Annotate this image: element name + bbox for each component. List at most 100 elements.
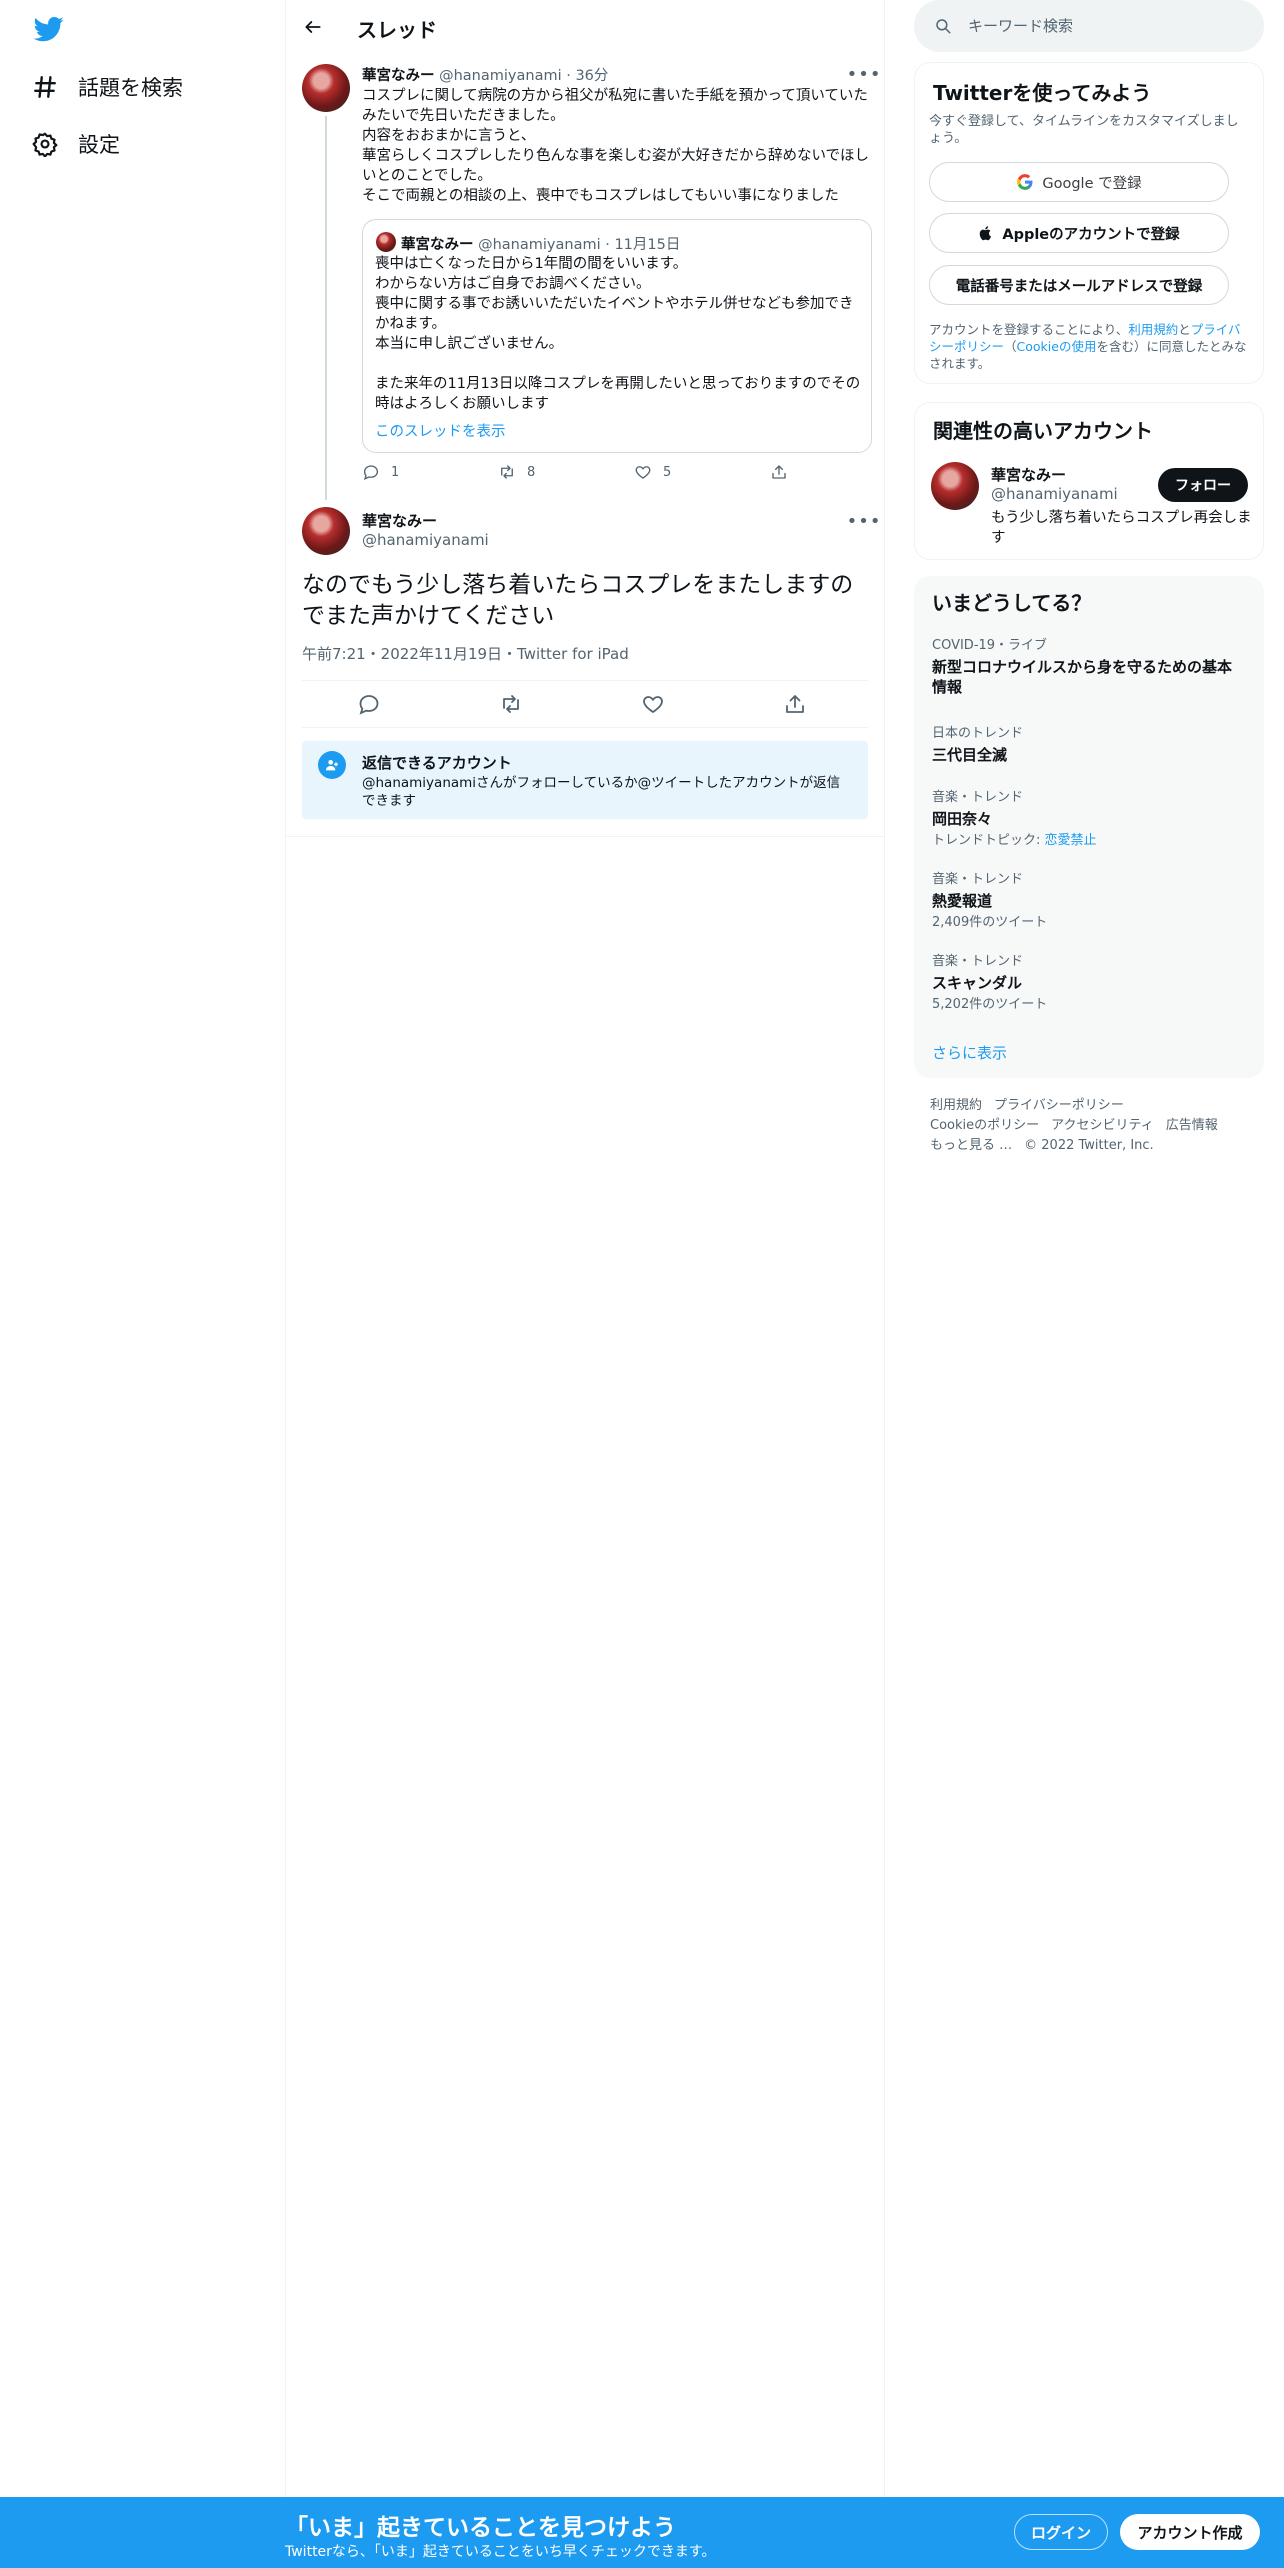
phone-email-signup-button[interactable]: 電話番号またはメールアドレスで登録 (929, 265, 1229, 305)
signup-banner: 「いま」起きていることを見つけよう Twitterなら、「いま」起きていることを… (0, 2497, 1284, 2568)
nav-explore[interactable]: 話題を検索 (32, 67, 183, 107)
quote-avatar (376, 232, 396, 252)
signup-card: Twitterを使ってみよう 今すぐ登録して、タイムラインをカスタマイズしましょ… (914, 62, 1264, 384)
gear-icon (32, 132, 58, 157)
related-title: 関連性の高いアカウント (933, 419, 1153, 443)
trend-item[interactable]: 日本のトレンド 三代目全滅 (932, 726, 1232, 765)
trend-item[interactable]: 音楽・トレンド 熱愛報道 2,409件のツイート (932, 872, 1232, 931)
footer-link-more[interactable]: もっと見る … (930, 1138, 1012, 1153)
show-thread-link[interactable]: このスレッドを表示 (375, 420, 506, 441)
terms-link[interactable]: 利用規約 (1128, 322, 1178, 337)
footer-link-privacy[interactable]: プライバシーポリシー (994, 1098, 1124, 1113)
main-column: スレッド 華宮なみー @hanamiyanami · 36分 ••• コスプレに… (286, 0, 885, 2497)
related-account-handle[interactable]: @hanamiyanami (991, 485, 1118, 503)
retweet-button[interactable]: 8 (498, 463, 535, 481)
heart-icon (635, 466, 651, 479)
follow-button[interactable]: フォロー (1158, 468, 1248, 502)
footer-link-cookies[interactable]: Cookieのポリシー (930, 1118, 1039, 1133)
quote-header: 華宮なみー @hanamiyanami · 11月15日 (401, 233, 680, 254)
reply-notice-desc: @hanamiyanamiさんがフォローしているか@ツイートしたアカウントが返信… (362, 775, 841, 809)
google-signup-button[interactable]: Google で登録 (929, 162, 1229, 202)
cookie-link[interactable]: Cookieの使用 (1017, 339, 1097, 354)
tweet-time[interactable]: 36分 (575, 68, 608, 84)
more-options-icon[interactable]: ••• (847, 511, 881, 532)
reply-count: 1 (391, 464, 400, 480)
trend-title: 熱愛報道 (932, 892, 993, 910)
back-button[interactable] (296, 10, 330, 44)
avatar[interactable] (931, 462, 979, 510)
share-icon[interactable] (783, 692, 807, 716)
related-accounts-card: 関連性の高いアカウント 華宮なみー @hanamiyanami フォロー もう少… (914, 402, 1264, 560)
author-handle[interactable]: @hanamiyanami (362, 531, 489, 549)
trend-category: 音楽・トレンド (932, 954, 1024, 969)
avatar[interactable] (302, 64, 350, 112)
google-icon (1017, 174, 1033, 190)
avatar[interactable] (302, 507, 350, 555)
nav-explore-label: 話題を検索 (78, 76, 183, 100)
trend-title: 三代目全滅 (932, 746, 1008, 764)
trend-title: スキャンダル (932, 974, 1023, 992)
terms-text: アカウントを登録することにより、利用規約とプライバシーポリシー（Cookieの使… (929, 321, 1249, 372)
trends-title: いまどうしてる？ (932, 591, 1092, 615)
trend-category: 日本のトレンド (932, 726, 1024, 741)
apple-icon (980, 226, 992, 241)
terms-mid: と (1178, 322, 1191, 337)
heart-icon[interactable] (641, 692, 665, 716)
apple-signup-label: Appleのアカウントで登録 (1002, 226, 1180, 243)
quote-author-handle: @hanamiyanami (478, 237, 601, 253)
quoted-tweet[interactable]: 華宮なみー @hanamiyanami · 11月15日 喪中は亡くなった日から… (362, 219, 872, 453)
retweet-count: 8 (527, 464, 536, 480)
like-button[interactable]: 5 (634, 463, 671, 481)
reply-restriction-notice: 返信できるアカウント @hanamiyanamiさんがフォローしているか@ツイー… (302, 741, 868, 819)
author-name[interactable]: 華宮なみー (362, 68, 435, 84)
footer-link-ads[interactable]: 広告情報 (1166, 1118, 1218, 1133)
apple-signup-button[interactable]: Appleのアカウントで登録 (929, 213, 1229, 253)
create-account-button[interactable]: アカウント作成 (1120, 2514, 1260, 2550)
retweet-icon[interactable] (499, 692, 523, 716)
twitter-bird-icon[interactable] (32, 14, 66, 44)
search-input[interactable] (968, 17, 1238, 35)
author-handle[interactable]: @hanamiyanami (439, 68, 562, 84)
related-account-name[interactable]: 華宮なみー (991, 464, 1066, 485)
trend-topic-prefix: トレンドトピック: (932, 833, 1045, 848)
related-account-bio: もう少し落ち着いたらコスプレ再会します (991, 510, 1252, 546)
trend-item[interactable]: 音楽・トレンド スキャンダル 5,202件のツイート (932, 954, 1232, 1013)
terms-pre: アカウントを登録することにより、 (929, 322, 1129, 337)
copyright: © 2022 Twitter, Inc. (1024, 1138, 1154, 1153)
reply-icon[interactable] (357, 692, 381, 716)
quote-date: 11月15日 (614, 237, 681, 253)
tweet-text: なのでもう少し落ち着いたらコスプレをまたしますのでまた声かけてください (302, 572, 854, 629)
share-button[interactable] (770, 463, 788, 481)
reply-button[interactable]: 1 (362, 463, 399, 481)
show-more-link[interactable]: さらに表示 (932, 1042, 1007, 1063)
footer-links: 利用規約 プライバシーポリシー Cookieのポリシー アクセシビリティ 広告情報 も… (930, 1096, 1260, 1156)
nav-settings-label: 設定 (78, 133, 120, 157)
tweet-meta[interactable]: 午前7:21・2022年11月19日・Twitter for iPad (302, 643, 629, 664)
more-options-icon[interactable]: ••• (847, 64, 881, 85)
trend-topic-link[interactable]: 恋愛禁止 (1045, 833, 1097, 848)
trend-category: 音楽・トレンド (932, 790, 1024, 805)
trend-item[interactable]: 音楽・トレンド 岡田奈々 トレンドトピック: 恋愛禁止 (932, 790, 1232, 849)
trend-extra: トレンドトピック: 恋愛禁止 (932, 833, 1232, 849)
login-button[interactable]: ログイン (1014, 2514, 1108, 2550)
tweet-header: 華宮なみー @hanamiyanami · 36分 (362, 64, 608, 85)
footer-link-accessibility[interactable]: アクセシビリティ (1051, 1118, 1154, 1133)
phone-email-signup-label: 電話番号またはメールアドレスで登録 (955, 278, 1203, 295)
google-signup-label: Google で登録 (1042, 175, 1142, 192)
banner-title: 「いま」起きていることを見つけよう (285, 2515, 676, 2541)
left-sidebar: 話題を検索 設定 (0, 0, 286, 2497)
arrow-left-icon (305, 21, 321, 33)
signup-subtitle: 今すぐ登録して、タイムラインをカスタマイズしましょう。 (929, 114, 1239, 146)
tweet-actions (302, 680, 868, 728)
share-icon (772, 465, 786, 479)
signup-title: Twitterを使ってみよう (933, 81, 1152, 105)
search-bar[interactable] (914, 0, 1264, 52)
separator-dot: · (566, 68, 571, 84)
hashtag-icon (34, 76, 56, 98)
person-icon (318, 751, 346, 779)
author-name[interactable]: 華宮なみー (362, 510, 437, 531)
trend-tweet-count: 2,409件のツイート (932, 915, 1048, 930)
trend-item[interactable]: COVID-19・ライブ 新型コロナウイルスから身を守るための基本情報 (932, 638, 1232, 697)
footer-link-terms[interactable]: 利用規約 (930, 1098, 982, 1113)
nav-settings[interactable]: 設定 (32, 124, 120, 164)
